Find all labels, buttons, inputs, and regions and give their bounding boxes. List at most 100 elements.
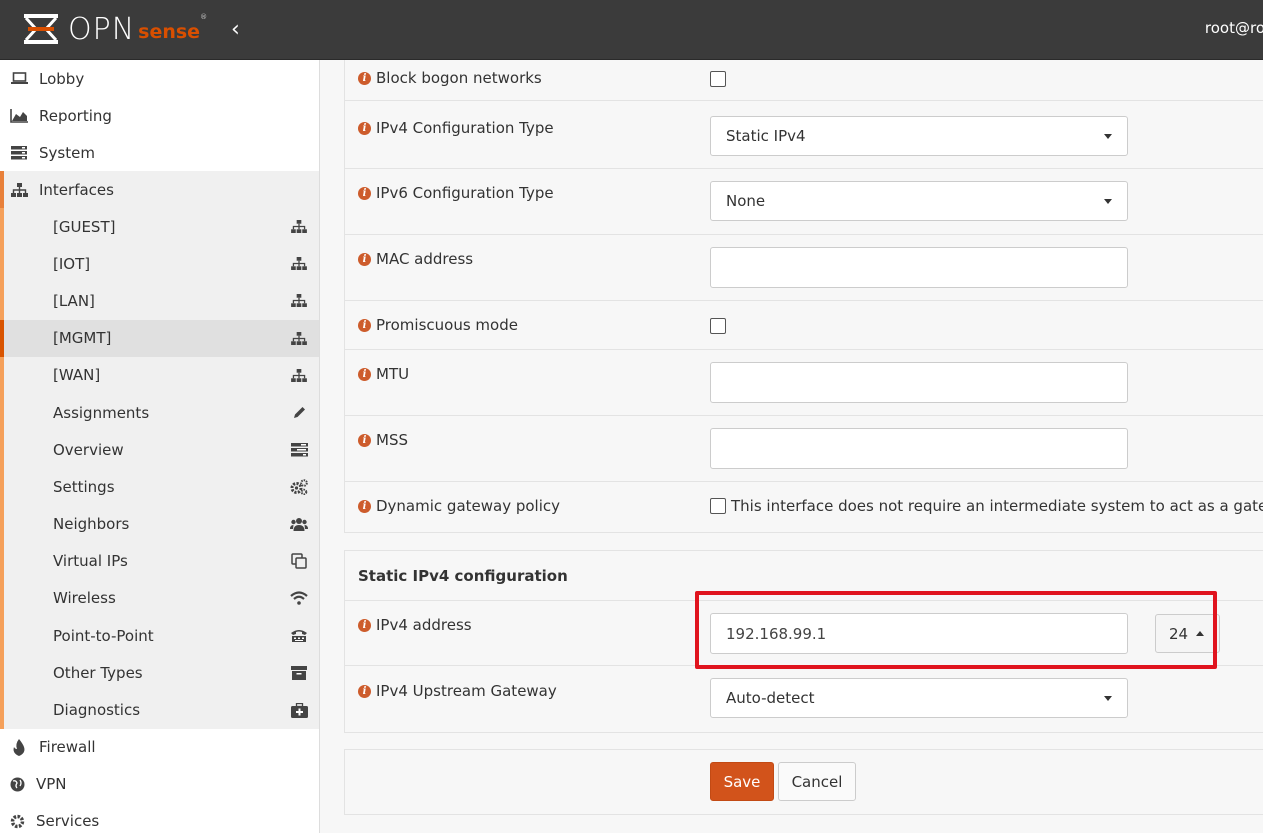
caret-down-icon — [1104, 134, 1112, 139]
wifi-icon — [290, 590, 308, 606]
info-icon[interactable]: i — [358, 71, 371, 85]
sidebar-item-assignments[interactable]: Assignments — [0, 394, 319, 431]
label-promiscuous: i Promiscuous mode — [358, 316, 518, 334]
user-menu[interactable]: root@ro — [1205, 19, 1263, 37]
archive-icon — [290, 665, 308, 681]
caret-down-icon — [1104, 199, 1112, 204]
promiscuous-checkbox[interactable] — [710, 318, 726, 338]
fire-icon — [9, 738, 29, 756]
users-icon — [290, 516, 308, 532]
select-value: None — [726, 192, 766, 210]
sub-item-label: [IOT] — [53, 254, 91, 273]
cancel-button[interactable]: Cancel — [778, 762, 856, 801]
ipv6-type-select[interactable]: None — [710, 181, 1128, 221]
checkbox-box[interactable] — [710, 498, 726, 514]
row-block-bogon: i Block bogon networks — [345, 60, 1263, 101]
nav-item-reporting[interactable]: Reporting — [0, 97, 319, 134]
sidebar-item-guest[interactable]: [GUEST] — [0, 208, 319, 245]
info-icon[interactable]: i — [358, 433, 371, 447]
label-text: IPv4 Configuration Type — [376, 119, 554, 137]
label-text: Block bogon networks — [376, 69, 542, 87]
collapse-sidebar-button[interactable]: ‹ — [231, 19, 240, 41]
info-icon[interactable]: i — [358, 121, 371, 135]
sidebar-item-iot[interactable]: [IOT] — [0, 245, 319, 282]
nav-item-label: Services — [36, 812, 100, 831]
sidebar-item-diagnostics[interactable]: Diagnostics — [0, 691, 319, 728]
sidebar-item-point-to-point[interactable]: Point-to-Point — [0, 617, 319, 654]
nav-item-interfaces[interactable]: Interfaces — [0, 171, 319, 208]
info-icon[interactable]: i — [358, 252, 371, 266]
ipv4-address-input[interactable] — [710, 613, 1128, 654]
sidebar-item-neighbors[interactable]: Neighbors — [0, 506, 319, 543]
row-ipv4-type: i IPv4 Configuration Type Static IPv4 — [345, 101, 1263, 169]
nav-item-system[interactable]: System — [0, 134, 319, 171]
info-icon[interactable]: i — [358, 367, 371, 381]
select-value: Static IPv4 — [726, 127, 806, 145]
info-icon[interactable]: i — [358, 618, 371, 632]
static-ipv4-panel: Static IPv4 configuration i IPv4 address… — [344, 550, 1263, 733]
sidebar-item-wan[interactable]: [WAN] — [0, 357, 319, 394]
tty-icon — [290, 628, 308, 644]
sidebar-item-wireless[interactable]: Wireless — [0, 580, 319, 617]
sub-item-label: [MGMT] — [53, 329, 112, 348]
row-ipv4-address: i IPv4 address 24 — [345, 601, 1263, 666]
info-icon[interactable]: i — [358, 684, 371, 698]
sub-item-label: [LAN] — [53, 291, 95, 310]
mtu-input[interactable] — [710, 362, 1128, 403]
sidebar-item-other-types[interactable]: Other Types — [0, 654, 319, 691]
mss-input[interactable] — [710, 428, 1128, 469]
label-ipv6-type: i IPv6 Configuration Type — [358, 184, 554, 202]
label-mac-address: i MAC address — [358, 250, 473, 268]
nav-item-vpn[interactable]: VPN — [0, 766, 319, 803]
sub-item-label: Wireless — [53, 589, 116, 608]
sub-item-label: [GUEST] — [53, 217, 116, 236]
cidr-select[interactable]: 24 — [1155, 614, 1220, 653]
label-text: MAC address — [376, 250, 474, 268]
sitemap-icon — [290, 330, 308, 346]
chevron-left-icon: ‹ — [231, 17, 240, 42]
save-button[interactable]: Save — [710, 762, 774, 801]
opnsense-logo-icon — [24, 14, 58, 44]
label-ipv4-address: i IPv4 address — [358, 616, 472, 634]
label-block-bogon: i Block bogon networks — [358, 69, 542, 87]
dynamic-gateway-checkbox[interactable]: This interface does not require an inter… — [710, 497, 1263, 515]
label-dynamic-gateway: i Dynamic gateway policy — [358, 497, 560, 515]
label-text: IPv4 address — [376, 616, 472, 634]
info-icon[interactable]: i — [358, 499, 371, 513]
general-config-panel: i Block bogon networks i IPv4 Configurat… — [344, 60, 1263, 533]
sidebar-item-mgmt[interactable]: [MGMT] — [0, 319, 319, 357]
row-dynamic-gateway: i Dynamic gateway policy This interface … — [345, 482, 1263, 532]
label-mtu: i MTU — [358, 365, 409, 383]
row-mss: i MSS — [345, 416, 1263, 482]
ipv4-type-select[interactable]: Static IPv4 — [710, 116, 1128, 156]
top-bar: OPN sense ® ‹ root@ro — [0, 0, 1263, 60]
opnsense-logo[interactable]: OPN sense ® — [22, 9, 207, 49]
sidebar-item-virtual-ips[interactable]: Virtual IPs — [0, 543, 319, 580]
sidebar-item-overview[interactable]: Overview — [0, 431, 319, 468]
nav-item-services[interactable]: Services — [0, 803, 319, 833]
server-icon — [9, 145, 29, 161]
pencil-icon — [290, 405, 308, 421]
nav-item-firewall[interactable]: Firewall — [0, 729, 319, 766]
sidebar-item-lan[interactable]: [LAN] — [0, 282, 319, 319]
info-icon[interactable]: i — [358, 318, 371, 332]
info-icon[interactable]: i — [358, 186, 371, 200]
sub-item-label: Other Types — [53, 663, 143, 682]
clone-icon — [290, 553, 308, 570]
row-promiscuous: i Promiscuous mode — [345, 301, 1263, 350]
section-title: Static IPv4 configuration — [345, 551, 1263, 601]
cog-icon — [9, 813, 25, 829]
laptop-icon — [9, 71, 29, 87]
block-bogon-checkbox[interactable] — [710, 71, 726, 91]
sitemap-icon — [9, 182, 29, 198]
nav-item-lobby[interactable]: Lobby — [0, 60, 319, 97]
tasks-icon — [290, 442, 308, 458]
mac-address-input[interactable] — [710, 247, 1128, 288]
nav-item-label: Interfaces — [39, 180, 114, 199]
sub-item-label: Point-to-Point — [53, 626, 154, 645]
ipv4-gateway-select[interactable]: Auto-detect — [710, 678, 1128, 718]
row-ipv6-type: i IPv6 Configuration Type None — [345, 169, 1263, 235]
label-text: Promiscuous mode — [376, 316, 518, 334]
sub-item-label: [WAN] — [53, 366, 101, 385]
sidebar-item-settings[interactable]: Settings — [0, 468, 319, 505]
